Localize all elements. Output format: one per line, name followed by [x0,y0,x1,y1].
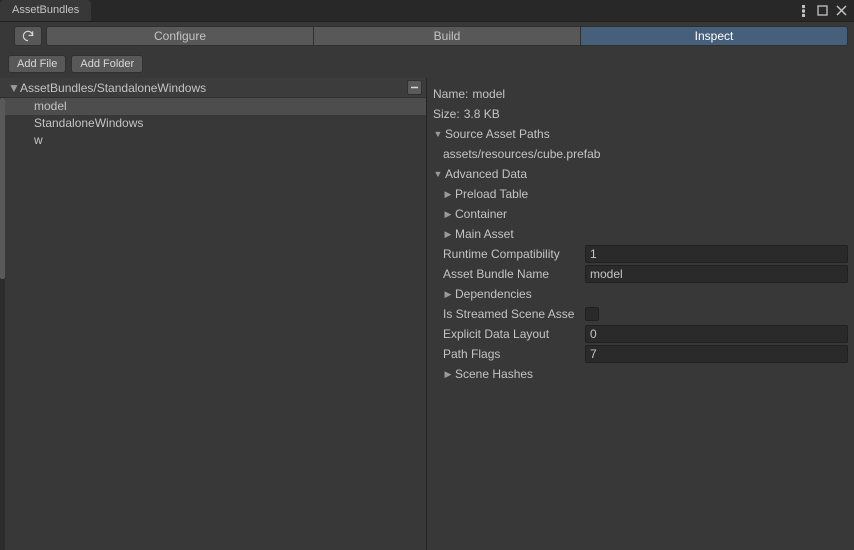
foldout-dependencies[interactable]: ▶ Dependencies [433,284,848,304]
add-folder-button[interactable]: Add Folder [71,55,143,73]
refresh-button[interactable] [14,26,42,46]
remove-button[interactable] [407,80,422,95]
explicit-layout-input[interactable] [585,325,848,343]
tree-item[interactable]: StandaloneWindows [0,115,426,132]
foldout-main-asset[interactable]: ▶ Main Asset [433,224,848,244]
tree-root-label: AssetBundles/StandaloneWindows [20,81,206,95]
foldout-label: Container [455,207,507,221]
panel-tabbar: AssetBundles [0,0,854,22]
mode-label: Inspect [695,29,734,43]
foldout-label: Main Asset [455,227,514,241]
tree-item-label: model [34,99,67,113]
is-streamed-label: Is Streamed Scene Asse [443,307,581,321]
main-toolbar: Configure Build Inspect [0,22,854,50]
explicit-layout-label: Explicit Data Layout [443,327,581,341]
foldout-closed-icon: ▶ [443,289,453,300]
foldout-label: Advanced Data [445,167,527,181]
tree-scrollbar[interactable] [0,98,5,550]
file-toolbar: Add File Add Folder [0,50,854,78]
foldout-open-icon: ▼ [433,169,443,179]
foldout-label: Source Asset Paths [445,127,550,141]
is-streamed-checkbox[interactable] [585,307,599,321]
name-value: model [472,87,505,101]
mode-inspect[interactable]: Inspect [581,26,848,46]
mode-label: Configure [154,29,206,43]
foldout-closed-icon: ▶ [443,209,453,220]
foldout-label: Scene Hashes [455,367,533,381]
asset-bundle-name-input[interactable] [585,265,848,283]
path-flags-label: Path Flags [443,347,581,361]
source-path-item: assets/resources/cube.prefab [443,147,600,161]
foldout-source-asset-paths[interactable]: ▼ Source Asset Paths [433,124,848,144]
foldout-preload-table[interactable]: ▶ Preload Table [433,184,848,204]
foldout-label: Preload Table [455,187,528,201]
foldout-triangle-icon: ▼ [8,81,18,95]
scrollbar-thumb[interactable] [0,98,5,279]
main-area: ▼ AssetBundles/StandaloneWindows model St… [0,78,854,550]
foldout-label: Dependencies [455,287,532,301]
close-icon[interactable] [835,4,848,17]
tab-label: AssetBundles [12,4,79,16]
runtime-compat-input[interactable] [585,245,848,263]
foldout-closed-icon: ▶ [443,369,453,380]
mode-configure[interactable]: Configure [46,26,314,46]
foldout-scene-hashes[interactable]: ▶ Scene Hashes [433,364,848,384]
tree-item-label: StandaloneWindows [34,116,143,130]
refresh-icon [21,29,35,43]
minus-icon [410,83,419,92]
tree-root-row[interactable]: ▼ AssetBundles/StandaloneWindows [0,78,426,98]
tab-assetbundles[interactable]: AssetBundles [0,0,91,21]
foldout-closed-icon: ▶ [443,189,453,200]
mode-toggle-group: Configure Build Inspect [46,26,848,46]
kebab-menu-icon[interactable] [797,4,810,17]
inspector-pane: Name: model Size: 3.8 KB ▼ Source Asset … [427,78,854,550]
asset-bundle-name-label: Asset Bundle Name [443,267,581,281]
maximize-icon[interactable] [816,4,829,17]
name-label: Name: [433,87,468,101]
add-file-button[interactable]: Add File [8,55,66,73]
runtime-compat-label: Runtime Compatibility [443,247,581,261]
size-value: 3.8 KB [464,107,500,121]
button-label: Add Folder [80,58,134,70]
bundle-tree-pane: ▼ AssetBundles/StandaloneWindows model St… [0,78,427,550]
mode-build[interactable]: Build [314,26,581,46]
tree-item-label: w [34,133,43,147]
mode-label: Build [434,29,461,43]
size-label: Size: [433,107,460,121]
button-label: Add File [17,58,57,70]
foldout-container[interactable]: ▶ Container [433,204,848,224]
foldout-closed-icon: ▶ [443,229,453,240]
path-flags-input[interactable] [585,345,848,363]
foldout-open-icon: ▼ [433,129,443,139]
tree-item[interactable]: model [0,98,426,115]
tree-item[interactable]: w [0,132,426,149]
foldout-advanced-data[interactable]: ▼ Advanced Data [433,164,848,184]
